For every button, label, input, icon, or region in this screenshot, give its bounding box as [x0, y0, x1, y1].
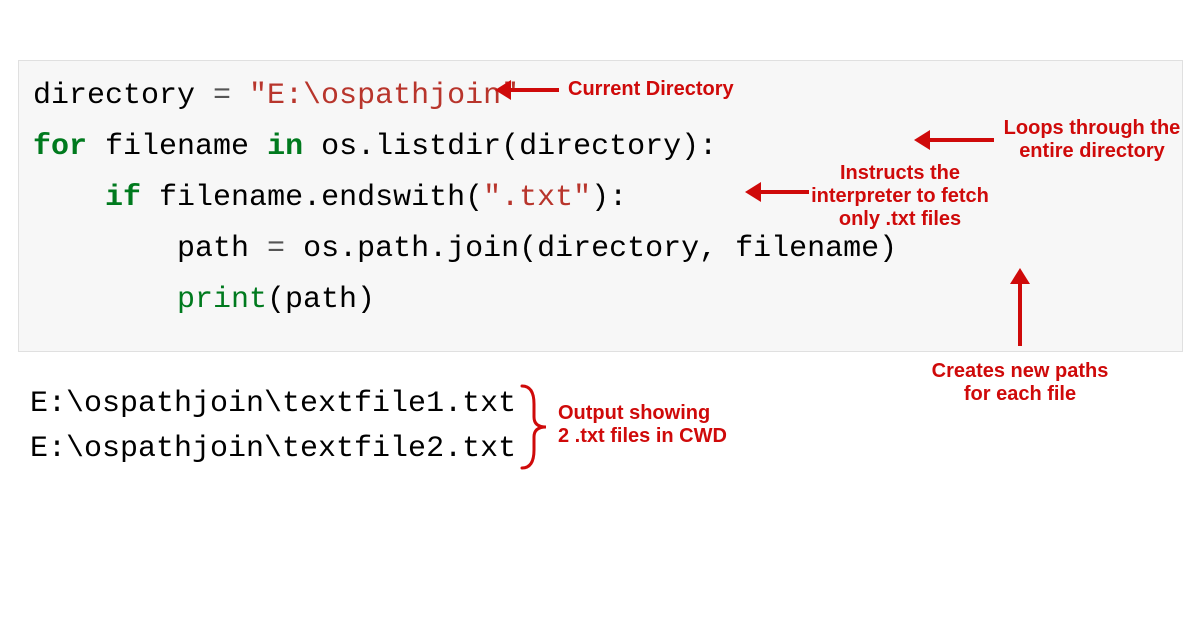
- brace-icon: [520, 382, 550, 472]
- code-line-3: if filename.endswith(".txt"):: [33, 181, 627, 215]
- annotation-current-directory: Current Directory: [568, 78, 734, 101]
- token-var: directory: [33, 79, 195, 113]
- output-line-2: E:\ospathjoin\textfile2.txt: [30, 432, 516, 466]
- token-call: os.path.join(directory, filename): [303, 232, 897, 266]
- token-op: =: [249, 232, 303, 266]
- output-line-1: E:\ospathjoin\textfile1.txt: [30, 387, 516, 421]
- code-line-2: for filename in os.listdir(directory):: [33, 130, 717, 164]
- token-string: ".txt": [483, 181, 591, 215]
- code-line-5: print(path): [33, 283, 375, 317]
- token-keyword: for: [33, 130, 87, 164]
- output-block: E:\ospathjoin\textfile1.txt E:\ospathjoi…: [30, 382, 516, 472]
- annotation-instructs: Instructs the interpreter to fetch only …: [800, 162, 1000, 231]
- code-line-4: path = os.path.join(directory, filename): [33, 232, 897, 266]
- token-op: =: [195, 79, 249, 113]
- code-line-1: directory = "E:\ospathjoin": [33, 79, 519, 113]
- token-string: "E:\ospathjoin": [249, 79, 519, 113]
- code-block: directory = "E:\ospathjoin" for filename…: [18, 60, 1183, 352]
- token-keyword: in: [267, 130, 303, 164]
- token-expr: filename.endswith(: [159, 181, 483, 215]
- token-call: os.listdir(directory):: [321, 130, 717, 164]
- token-fn: print: [177, 283, 267, 317]
- annotation-creates: Creates new paths for each file: [900, 360, 1140, 406]
- annotation-loops: Loops through the entire directory: [992, 117, 1192, 163]
- token-keyword: if: [105, 181, 141, 215]
- annotation-output: Output showing 2 .txt files in CWD: [558, 402, 758, 448]
- token-var: filename: [105, 130, 249, 164]
- token-var: path: [177, 232, 249, 266]
